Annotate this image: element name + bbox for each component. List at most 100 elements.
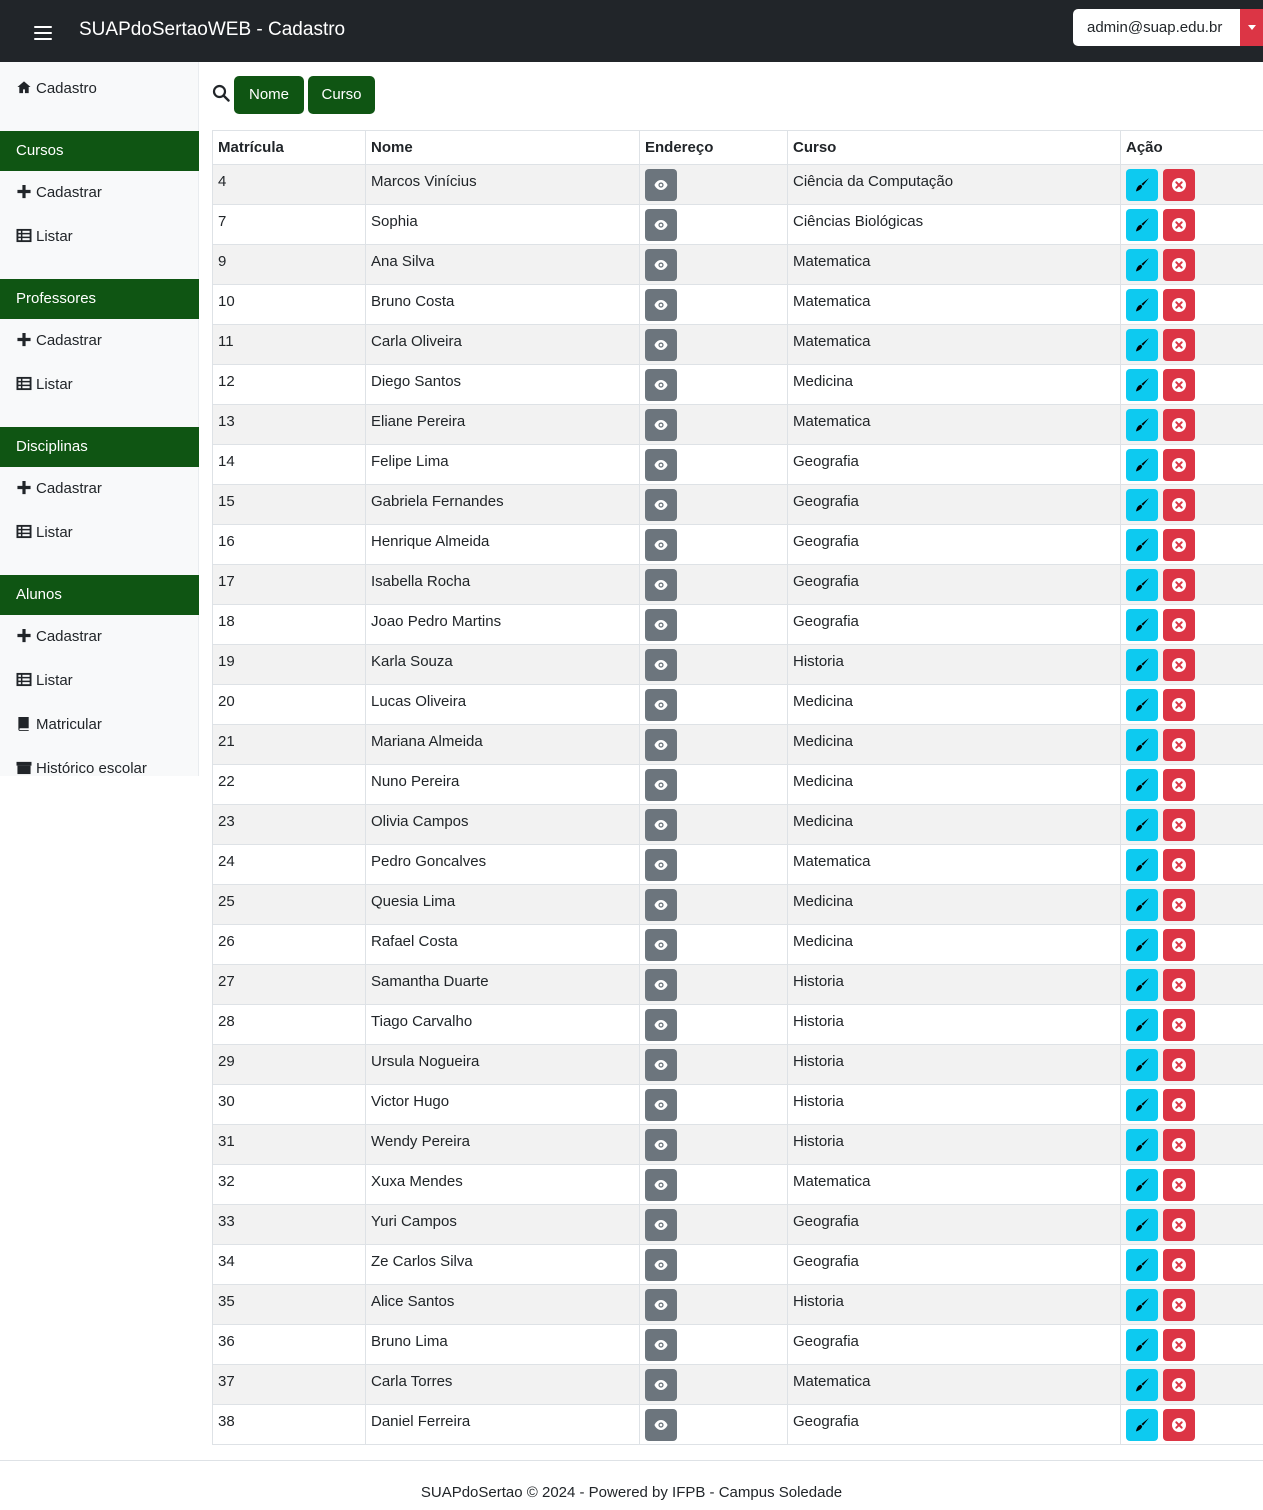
- sidebar-item-alunos-historico[interactable]: Histórico escolar: [16, 758, 147, 780]
- edit-button[interactable]: [1126, 529, 1158, 561]
- edit-button[interactable]: [1126, 609, 1158, 641]
- edit-button[interactable]: [1126, 689, 1158, 721]
- delete-button[interactable]: [1163, 1169, 1195, 1201]
- delete-button[interactable]: [1163, 209, 1195, 241]
- edit-button[interactable]: [1126, 649, 1158, 681]
- sidebar-item-cursos-listar[interactable]: Listar: [16, 226, 73, 248]
- delete-button[interactable]: [1163, 1089, 1195, 1121]
- delete-button[interactable]: [1163, 569, 1195, 601]
- edit-button[interactable]: [1126, 1409, 1158, 1441]
- edit-button[interactable]: [1126, 409, 1158, 441]
- view-address-button[interactable]: [645, 329, 677, 361]
- sidebar-item-cadastro[interactable]: Cadastro: [16, 78, 97, 100]
- delete-button[interactable]: [1163, 729, 1195, 761]
- delete-button[interactable]: [1163, 289, 1195, 321]
- view-address-button[interactable]: [645, 249, 677, 281]
- delete-button[interactable]: [1163, 649, 1195, 681]
- view-address-button[interactable]: [645, 1369, 677, 1401]
- edit-button[interactable]: [1126, 1129, 1158, 1161]
- view-address-button[interactable]: [645, 1169, 677, 1201]
- user-menu-button[interactable]: admin@suap.edu.br: [1073, 9, 1240, 46]
- edit-button[interactable]: [1126, 1289, 1158, 1321]
- edit-button[interactable]: [1126, 729, 1158, 761]
- sidebar-item-alunos-listar[interactable]: Listar: [16, 670, 73, 692]
- edit-button[interactable]: [1126, 489, 1158, 521]
- sidebar-item-cursos-cadastrar[interactable]: Cadastrar: [16, 182, 102, 204]
- delete-button[interactable]: [1163, 1329, 1195, 1361]
- edit-button[interactable]: [1126, 569, 1158, 601]
- delete-button[interactable]: [1163, 249, 1195, 281]
- view-address-button[interactable]: [645, 409, 677, 441]
- edit-button[interactable]: [1126, 449, 1158, 481]
- column-header-curso[interactable]: Curso: [787, 130, 1121, 165]
- delete-button[interactable]: [1163, 449, 1195, 481]
- delete-button[interactable]: [1163, 529, 1195, 561]
- sidebar-item-alunos-cadastrar[interactable]: Cadastrar: [16, 626, 102, 648]
- view-address-button[interactable]: [645, 289, 677, 321]
- sidebar-item-professores-listar[interactable]: Listar: [16, 374, 73, 396]
- user-menu-caret-icon[interactable]: [1240, 9, 1263, 46]
- column-header-endereco[interactable]: Endereço: [639, 130, 788, 165]
- view-address-button[interactable]: [645, 889, 677, 921]
- view-address-button[interactable]: [645, 649, 677, 681]
- delete-button[interactable]: [1163, 409, 1195, 441]
- edit-button[interactable]: [1126, 1369, 1158, 1401]
- view-address-button[interactable]: [645, 369, 677, 401]
- edit-button[interactable]: [1126, 289, 1158, 321]
- delete-button[interactable]: [1163, 329, 1195, 361]
- view-address-button[interactable]: [645, 1209, 677, 1241]
- sidebar-item-disciplinas-cadastrar[interactable]: Cadastrar: [16, 478, 102, 500]
- edit-button[interactable]: [1126, 1209, 1158, 1241]
- view-address-button[interactable]: [645, 1089, 677, 1121]
- column-header-nome[interactable]: Nome: [365, 130, 640, 165]
- delete-button[interactable]: [1163, 769, 1195, 801]
- view-address-button[interactable]: [645, 929, 677, 961]
- view-address-button[interactable]: [645, 169, 677, 201]
- delete-button[interactable]: [1163, 1249, 1195, 1281]
- view-address-button[interactable]: [645, 1129, 677, 1161]
- filter-curso-button[interactable]: Curso: [308, 76, 375, 114]
- edit-button[interactable]: [1126, 889, 1158, 921]
- view-address-button[interactable]: [645, 1289, 677, 1321]
- delete-button[interactable]: [1163, 1049, 1195, 1081]
- view-address-button[interactable]: [645, 1009, 677, 1041]
- view-address-button[interactable]: [645, 609, 677, 641]
- delete-button[interactable]: [1163, 609, 1195, 641]
- view-address-button[interactable]: [645, 1409, 677, 1441]
- delete-button[interactable]: [1163, 809, 1195, 841]
- delete-button[interactable]: [1163, 369, 1195, 401]
- view-address-button[interactable]: [645, 1249, 677, 1281]
- delete-button[interactable]: [1163, 1009, 1195, 1041]
- view-address-button[interactable]: [645, 849, 677, 881]
- sidebar-item-disciplinas-listar[interactable]: Listar: [16, 522, 73, 544]
- sidebar-item-professores-cadastrar[interactable]: Cadastrar: [16, 330, 102, 352]
- view-address-button[interactable]: [645, 809, 677, 841]
- edit-button[interactable]: [1126, 1169, 1158, 1201]
- edit-button[interactable]: [1126, 809, 1158, 841]
- delete-button[interactable]: [1163, 969, 1195, 1001]
- sidebar-item-alunos-matricular[interactable]: Matricular: [16, 714, 102, 736]
- column-header-matricula[interactable]: Matrícula: [212, 130, 366, 165]
- edit-button[interactable]: [1126, 1329, 1158, 1361]
- view-address-button[interactable]: [645, 969, 677, 1001]
- view-address-button[interactable]: [645, 489, 677, 521]
- edit-button[interactable]: [1126, 369, 1158, 401]
- edit-button[interactable]: [1126, 209, 1158, 241]
- edit-button[interactable]: [1126, 249, 1158, 281]
- delete-button[interactable]: [1163, 889, 1195, 921]
- edit-button[interactable]: [1126, 929, 1158, 961]
- view-address-button[interactable]: [645, 769, 677, 801]
- view-address-button[interactable]: [645, 529, 677, 561]
- edit-button[interactable]: [1126, 849, 1158, 881]
- view-address-button[interactable]: [645, 569, 677, 601]
- edit-button[interactable]: [1126, 1049, 1158, 1081]
- view-address-button[interactable]: [645, 449, 677, 481]
- delete-button[interactable]: [1163, 1369, 1195, 1401]
- filter-nome-button[interactable]: Nome: [234, 76, 304, 114]
- delete-button[interactable]: [1163, 849, 1195, 881]
- delete-button[interactable]: [1163, 169, 1195, 201]
- view-address-button[interactable]: [645, 209, 677, 241]
- view-address-button[interactable]: [645, 729, 677, 761]
- edit-button[interactable]: [1126, 329, 1158, 361]
- delete-button[interactable]: [1163, 489, 1195, 521]
